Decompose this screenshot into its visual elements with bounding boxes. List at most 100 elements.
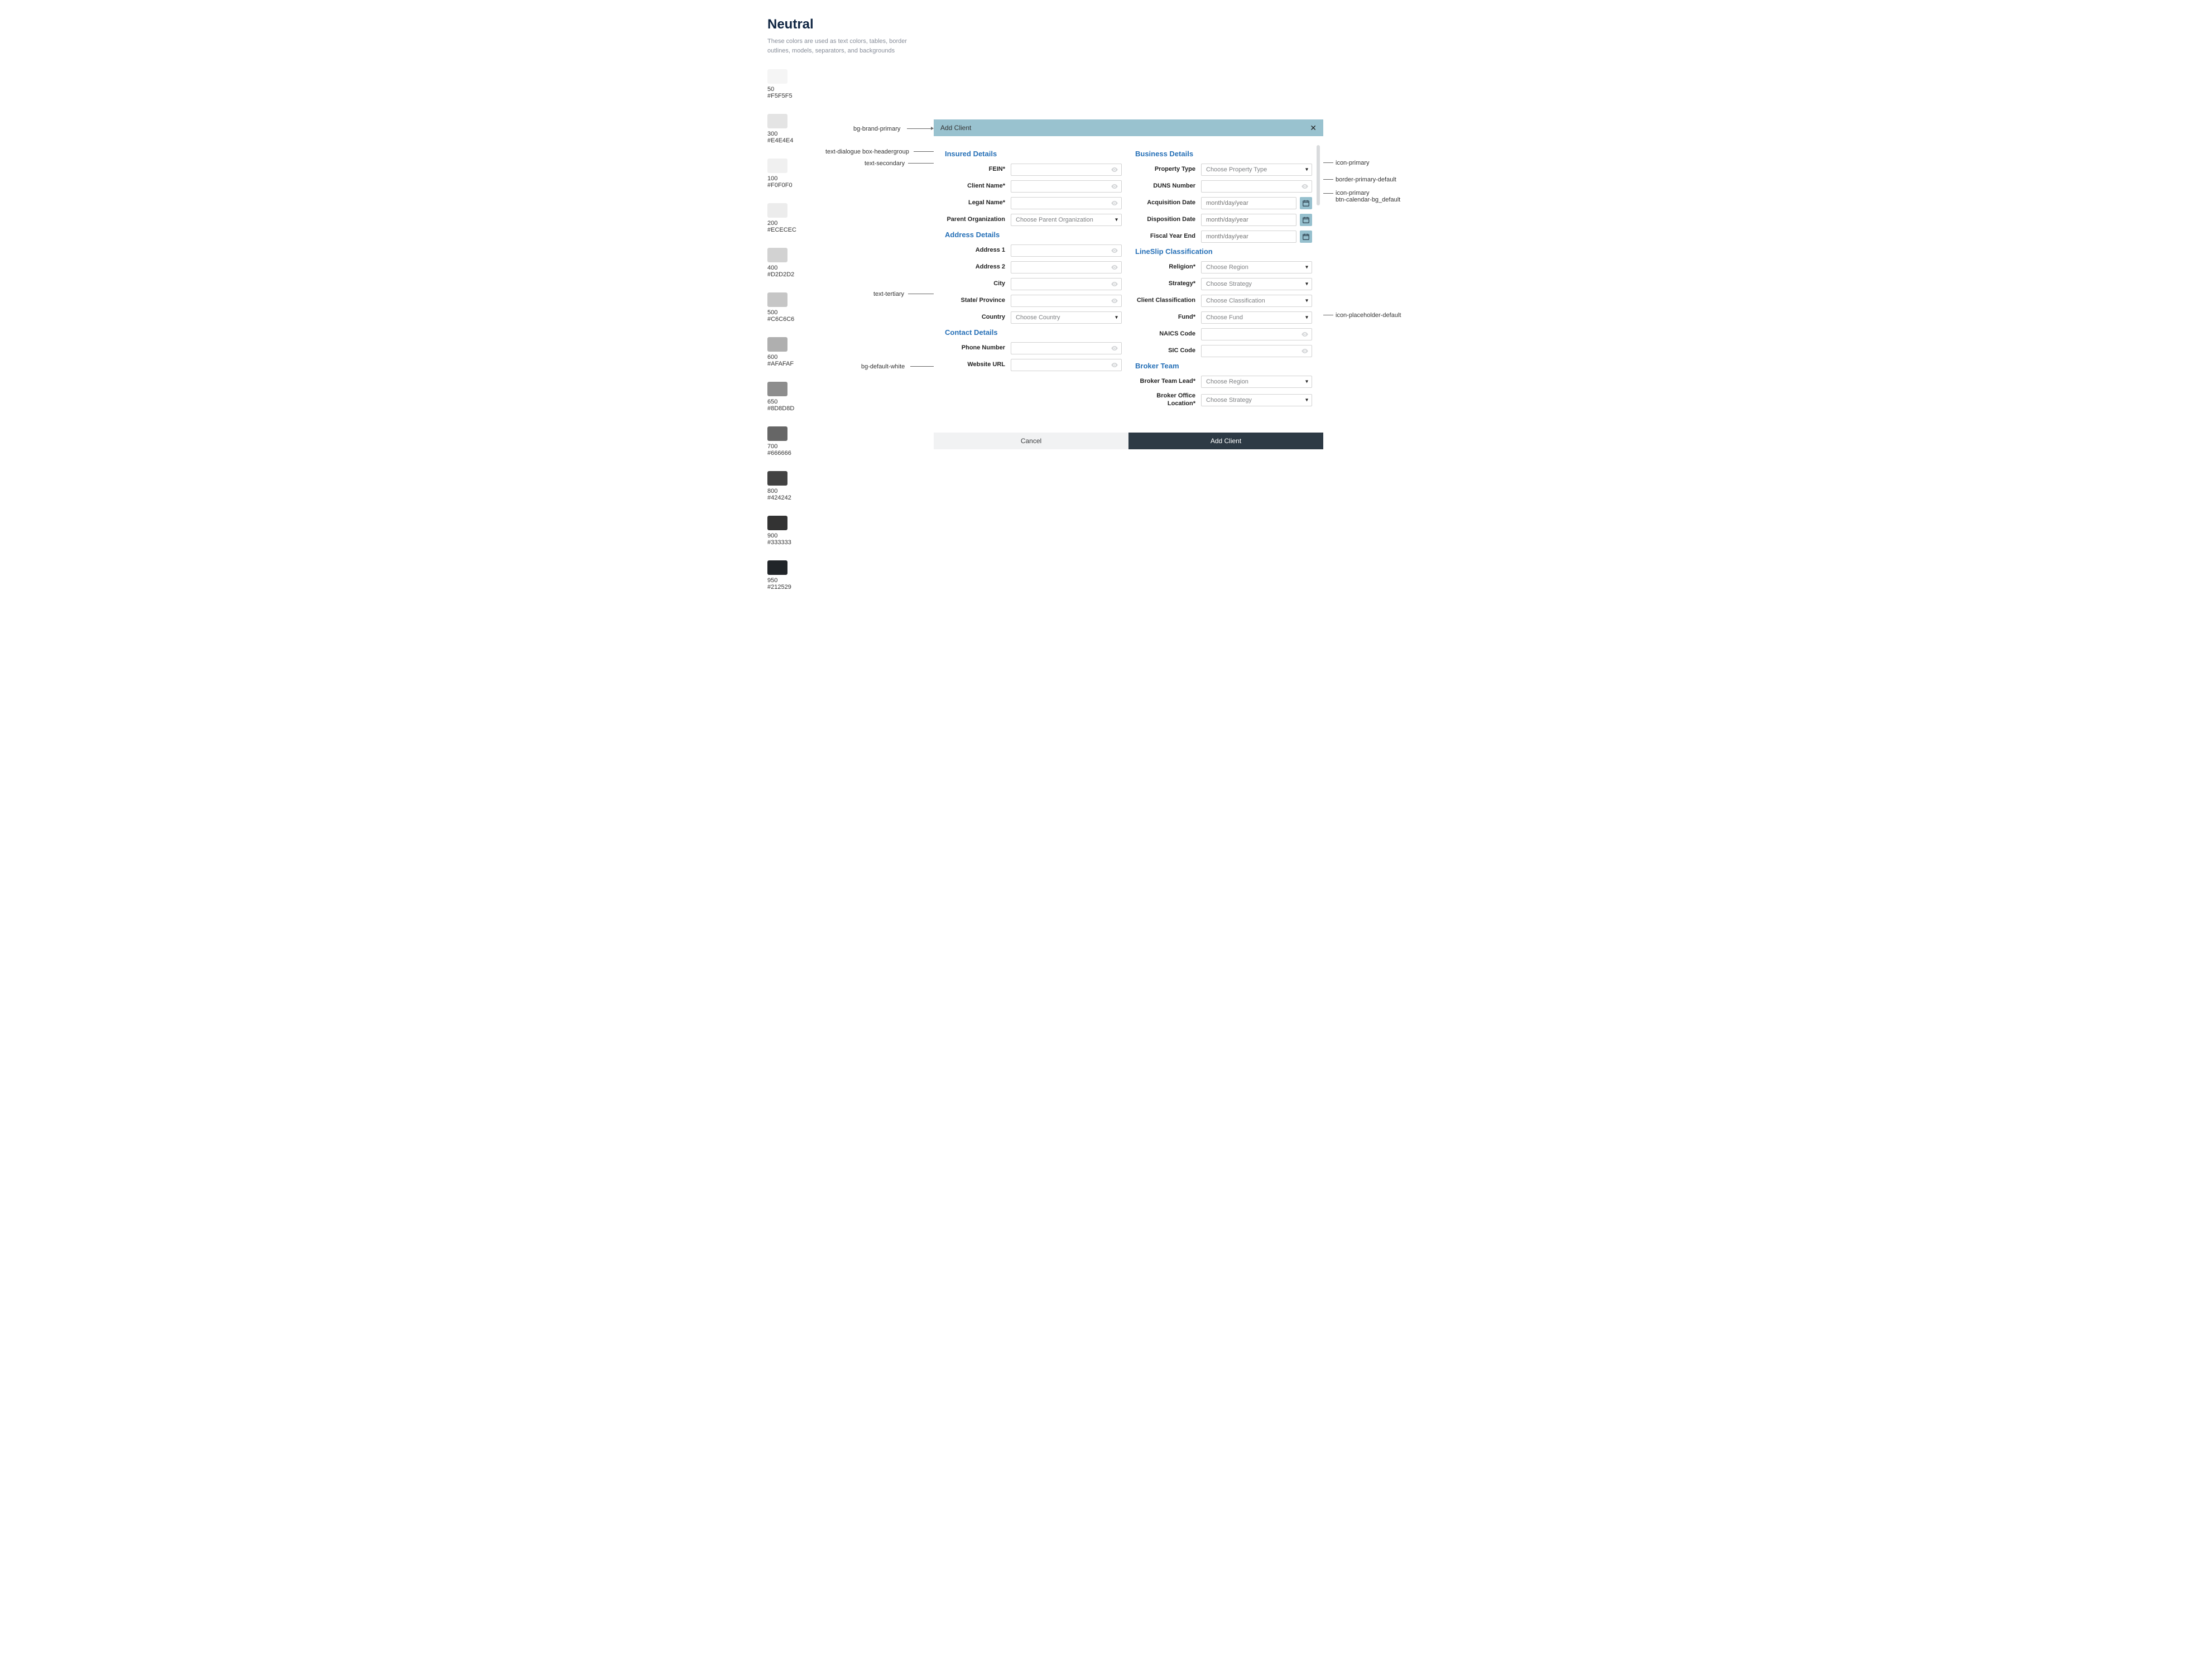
fund-select[interactable]: Choose Fund bbox=[1201, 311, 1312, 324]
swatch-name: 800 bbox=[767, 488, 1439, 495]
calendar-button[interactable] bbox=[1300, 231, 1312, 243]
religion-select[interactable]: Choose Region bbox=[1201, 261, 1312, 273]
swatch-50: 50#F5F5F5 bbox=[767, 69, 1439, 99]
label-broker-office: Broker Office Location* bbox=[1135, 392, 1195, 408]
swatch-900: 900#333333 bbox=[767, 516, 1439, 546]
label-parent-org: Parent Organization bbox=[945, 216, 1005, 224]
label-fund: Fund* bbox=[1135, 314, 1195, 321]
label-fy-end: Fiscal Year End bbox=[1135, 233, 1195, 241]
anno-text-tertiary: text-tertiary bbox=[873, 291, 904, 297]
broker-lead-select[interactable]: Choose Region bbox=[1201, 376, 1312, 388]
label-broker-lead: Broker Team Lead* bbox=[1135, 378, 1195, 386]
client-name-input[interactable] bbox=[1011, 180, 1122, 193]
swatch-chip bbox=[767, 292, 787, 307]
left-column: Insured Details FEIN* Client Name* Legal… bbox=[945, 145, 1122, 412]
swatch-chip bbox=[767, 248, 787, 262]
swatch-hex: #666666 bbox=[767, 450, 1439, 457]
label-city: City bbox=[945, 280, 1005, 288]
swatch-hex: #424242 bbox=[767, 495, 1439, 501]
strategy-select[interactable]: Choose Strategy bbox=[1201, 278, 1312, 290]
address1-input[interactable] bbox=[1011, 244, 1122, 257]
parent-org-select[interactable]: Choose Parent Organization bbox=[1011, 214, 1122, 226]
broker-office-select[interactable]: Choose Strategy bbox=[1201, 394, 1312, 406]
swatch-hex: #333333 bbox=[767, 539, 1439, 546]
label-fein: FEIN* bbox=[945, 166, 1005, 174]
anno-text-secondary: text-secondary bbox=[865, 160, 905, 167]
swatch-chip bbox=[767, 114, 787, 128]
acq-date-input[interactable] bbox=[1201, 197, 1296, 209]
label-address1: Address 1 bbox=[945, 247, 1005, 255]
client-class-select[interactable]: Choose Classification bbox=[1201, 295, 1312, 307]
swatch-hex: #F5F5F5 bbox=[767, 93, 1439, 99]
anno-border-primary: border-primary-default bbox=[1336, 176, 1396, 183]
calendar-button[interactable] bbox=[1300, 197, 1312, 209]
group-insured-details: Insured Details bbox=[945, 150, 1122, 158]
close-icon[interactable]: ✕ bbox=[1310, 124, 1317, 132]
swatch-chip bbox=[767, 471, 787, 486]
add-client-dialog: Add Client ✕ Insured Details FEIN* Clien… bbox=[934, 119, 1323, 449]
dialog-header: Add Client ✕ bbox=[934, 119, 1323, 136]
group-lineslip-classification: LineSlip Classification bbox=[1135, 247, 1312, 256]
sic-input[interactable] bbox=[1201, 345, 1312, 357]
swatch-950: 950#212529 bbox=[767, 560, 1439, 591]
address2-input[interactable] bbox=[1011, 261, 1122, 273]
group-address-details: Address Details bbox=[945, 231, 1122, 239]
add-client-button[interactable]: Add Client bbox=[1128, 433, 1323, 449]
label-state: State/ Province bbox=[945, 297, 1005, 305]
anno-bg-brand-primary: bg-brand-primary bbox=[853, 126, 900, 132]
state-input[interactable] bbox=[1011, 295, 1122, 307]
swatch-hex: #212529 bbox=[767, 584, 1439, 591]
label-client-name: Client Name* bbox=[945, 183, 1005, 190]
label-country: Country bbox=[945, 314, 1005, 321]
anno-icon-placeholder: icon-placeholder-default bbox=[1336, 312, 1401, 319]
swatch-name: 900 bbox=[767, 532, 1439, 539]
label-phone: Phone Number bbox=[945, 344, 1005, 352]
label-client-class: Client Classification bbox=[1135, 297, 1195, 305]
label-property-type: Property Type bbox=[1135, 166, 1195, 174]
page-description: These colors are used as text colors, ta… bbox=[767, 37, 912, 56]
anno-icon-primary-1: icon-primary bbox=[1336, 160, 1370, 166]
label-website: Website URL bbox=[945, 361, 1005, 369]
swatch-chip bbox=[767, 560, 787, 575]
group-business-details: Business Details bbox=[1135, 150, 1312, 158]
calendar-button[interactable] bbox=[1300, 214, 1312, 226]
label-address2: Address 2 bbox=[945, 263, 1005, 271]
swatch-chip bbox=[767, 69, 787, 84]
swatch-chip bbox=[767, 426, 787, 441]
disp-date-input[interactable] bbox=[1201, 214, 1296, 226]
label-naics: NAICS Code bbox=[1135, 330, 1195, 338]
swatch-chip bbox=[767, 516, 787, 530]
label-strategy: Strategy* bbox=[1135, 280, 1195, 288]
fein-input[interactable] bbox=[1011, 164, 1122, 176]
cancel-button[interactable]: Cancel bbox=[934, 433, 1128, 449]
anno-btn-calendar-bg: btn-calendar-bg_default bbox=[1336, 196, 1400, 203]
page-title: Neutral bbox=[767, 17, 1439, 32]
right-column: Business Details Property Type Choose Pr… bbox=[1135, 145, 1312, 412]
legal-name-input[interactable] bbox=[1011, 197, 1122, 209]
label-disp-date: Disposition Date bbox=[1135, 216, 1195, 224]
scrollbar[interactable] bbox=[1317, 145, 1320, 205]
swatch-chip bbox=[767, 203, 787, 218]
city-input[interactable] bbox=[1011, 278, 1122, 290]
fy-end-input[interactable] bbox=[1201, 231, 1296, 243]
swatch-chip bbox=[767, 337, 787, 352]
duns-input[interactable] bbox=[1201, 180, 1312, 193]
naics-input[interactable] bbox=[1201, 328, 1312, 340]
dialog-title: Add Client bbox=[940, 124, 971, 132]
swatch-chip bbox=[767, 159, 787, 173]
dialog-footer: Cancel Add Client bbox=[934, 433, 1323, 449]
group-contact-details: Contact Details bbox=[945, 328, 1122, 337]
swatch-name: 50 bbox=[767, 86, 1439, 93]
swatch-chip bbox=[767, 382, 787, 396]
anno-icon-primary-2: icon-primary bbox=[1336, 190, 1370, 196]
label-sic: SIC Code bbox=[1135, 347, 1195, 355]
phone-input[interactable] bbox=[1011, 342, 1122, 354]
country-select[interactable]: Choose Country bbox=[1011, 311, 1122, 324]
dialog-body: Insured Details FEIN* Client Name* Legal… bbox=[934, 136, 1323, 433]
property-type-select[interactable]: Choose Property Type bbox=[1201, 164, 1312, 176]
website-input[interactable] bbox=[1011, 359, 1122, 371]
label-religion: Religion* bbox=[1135, 263, 1195, 271]
anno-bg-default-white: bg-default-white bbox=[861, 363, 905, 370]
group-broker-team: Broker Team bbox=[1135, 362, 1312, 370]
swatch-name: 950 bbox=[767, 577, 1439, 584]
